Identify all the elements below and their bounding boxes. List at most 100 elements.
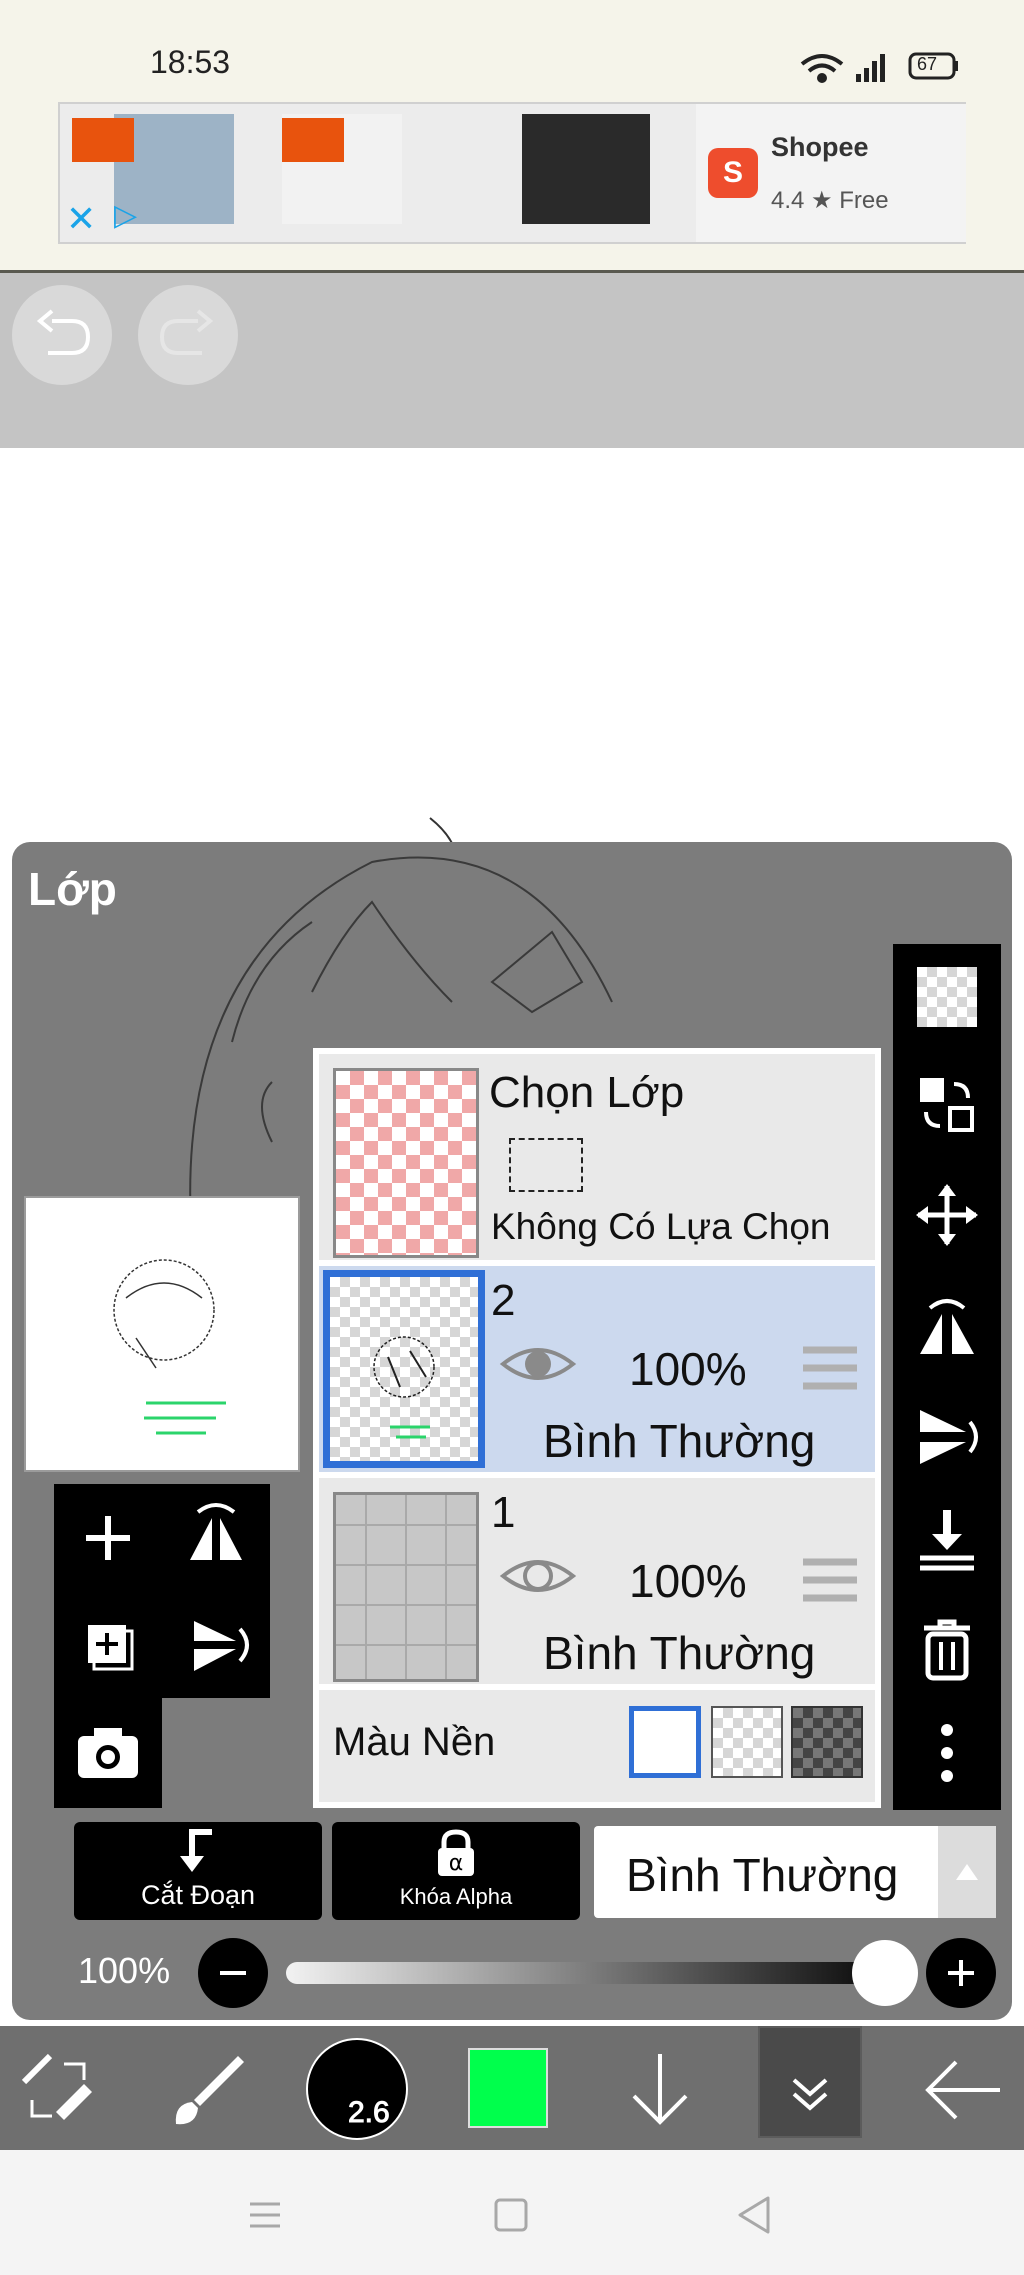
preview-sketch — [113, 1259, 226, 1435]
color-swatch-button[interactable] — [468, 2048, 548, 2128]
home-button[interactable] — [476, 2180, 546, 2250]
opacity-increase-button[interactable] — [926, 1938, 996, 2008]
clipping-arrow-icon — [180, 1829, 212, 1872]
selection-layer-row[interactable]: Chọn Lớp Không Có Lựa Chọn — [319, 1054, 875, 1260]
layer-list: Chọn Lớp Không Có Lựa Chọn 2 100% Bình T… — [313, 1048, 881, 1808]
background-dark-swatch[interactable] — [791, 1706, 863, 1778]
transparency-button[interactable] — [893, 960, 1001, 1034]
double-chevron-down-icon — [792, 2078, 828, 2111]
brush-tool-button[interactable] — [164, 2044, 254, 2134]
visibility-eye-icon[interactable] — [499, 1342, 577, 1386]
undo-button[interactable] — [12, 285, 112, 385]
flip-horizontal-icon — [190, 1503, 242, 1560]
opacity-decrease-button[interactable] — [198, 1938, 268, 2008]
selection-layer-subtitle: Không Có Lựa Chọn — [491, 1206, 831, 1247]
system-navigation-bar — [0, 2150, 1024, 2275]
alpha-lock-button[interactable]: α Khóa Alpha — [332, 1822, 580, 1920]
layer-thumbnail — [333, 1492, 479, 1682]
status-bar: 18:53 67 ✕ ▷ S Shopee 4.4 ★ Free — [0, 0, 1024, 273]
menu-lines-icon — [250, 2202, 280, 2228]
back-button[interactable] — [918, 2044, 1008, 2134]
duplicate-layer-button[interactable] — [54, 1591, 162, 1698]
ad-advertiser: Shopee — [771, 132, 869, 162]
transform-copy-icon — [920, 1078, 974, 1132]
clipping-label: Cắt Đoạn — [140, 1880, 256, 1910]
layer-thumbnail — [323, 1270, 485, 1468]
merge-down-icon — [920, 1510, 974, 1571]
minus-icon — [220, 1971, 246, 1975]
delete-layer-button[interactable] — [893, 1612, 1001, 1686]
merge-down-button[interactable] — [893, 1502, 1001, 1576]
layer-tool-group — [54, 1484, 270, 1698]
brush-icon — [175, 2056, 244, 2125]
bottom-toolbar: 2.6 — [0, 2026, 1024, 2150]
tool-switch-button[interactable] — [14, 2044, 104, 2134]
move-layer-button[interactable] — [893, 1178, 1001, 1252]
layer-blend-mode: Bình Thường — [543, 1627, 816, 1679]
drag-handle-icon[interactable] — [801, 1556, 859, 1606]
layer-number: 2 — [491, 1276, 516, 1325]
brush-size-button[interactable]: 2.6 — [306, 2038, 408, 2140]
svg-text:α: α — [449, 1851, 464, 1876]
panel-title: Lớp — [28, 863, 117, 915]
redo-button[interactable] — [138, 285, 238, 385]
alpha-lock-label: Khóa Alpha — [399, 1884, 513, 1909]
flip-vertical-layer-button[interactable] — [162, 1591, 270, 1698]
ad-badge — [282, 118, 344, 162]
pen-eraser-swap-icon — [21, 2053, 92, 2120]
ad-banner[interactable]: ✕ ▷ S Shopee 4.4 ★ Free — [58, 102, 966, 244]
ad-product-image[interactable] — [522, 114, 650, 224]
ad-close-icon[interactable]: ✕ — [66, 198, 96, 240]
blend-mode-dropdown-button[interactable] — [938, 1826, 996, 1918]
import-photo-button[interactable] — [54, 1698, 162, 1808]
blend-mode-select[interactable]: Bình Thường — [594, 1826, 938, 1918]
top-toolbar — [0, 273, 1024, 448]
layer-opacity: 100% — [629, 1343, 747, 1395]
layer-thumbnail-texture — [336, 1495, 476, 1679]
ad-badge — [72, 118, 134, 162]
opacity-slider-thumb[interactable] — [852, 1940, 918, 2006]
layers-panel-toggle-button[interactable] — [758, 2026, 862, 2138]
shopee-logo-icon: S — [708, 148, 758, 198]
arrow-left-icon — [925, 2060, 1000, 2120]
ad-choices-icon[interactable]: ▷ — [114, 198, 137, 233]
status-time: 18:53 — [150, 44, 231, 80]
triangle-back-icon — [738, 2196, 770, 2234]
flip-horizontal-layer-button[interactable] — [162, 1484, 270, 1591]
layer-preview — [24, 1196, 300, 1472]
layer-options-row: Cắt Đoạn α Khóa Alpha Bình Thường — [74, 1822, 998, 1922]
flip-vertical-button[interactable] — [893, 1400, 1001, 1474]
battery-level: 67 — [917, 54, 938, 74]
background-transparent-swatch[interactable] — [711, 1706, 783, 1778]
signal-icon — [856, 54, 885, 82]
copy-transform-button[interactable] — [893, 1068, 1001, 1142]
trash-icon — [924, 1619, 970, 1681]
move-arrows-icon — [916, 1184, 978, 1246]
more-options-button[interactable] — [893, 1716, 1001, 1790]
layer-row[interactable]: 2 100% Bình Thường — [319, 1266, 875, 1472]
flip-horizontal-button[interactable] — [893, 1290, 1001, 1364]
layer-row[interactable]: 1 100% Bình Thường — [319, 1478, 875, 1684]
system-back-button[interactable] — [720, 2180, 790, 2250]
blend-mode-value: Bình Thường — [626, 1849, 899, 1901]
clipping-button[interactable]: Cắt Đoạn — [74, 1822, 322, 1920]
visibility-eye-icon[interactable] — [499, 1554, 577, 1598]
lock-icon: α — [438, 1829, 474, 1876]
drag-handle-icon[interactable] — [801, 1344, 859, 1394]
opacity-slider-row: 100% — [74, 1938, 998, 2008]
wifi-icon — [800, 54, 844, 83]
opacity-label: 100% — [78, 1950, 171, 1991]
redo-icon — [159, 309, 214, 355]
layer-down-button[interactable] — [620, 2044, 700, 2134]
opacity-slider-track[interactable] — [286, 1962, 906, 1984]
checkerboard-icon — [917, 967, 977, 1027]
flip-vertical-icon — [920, 1410, 978, 1464]
recent-apps-button[interactable] — [230, 2180, 300, 2250]
add-layer-button[interactable] — [54, 1484, 162, 1591]
layer-blend-mode: Bình Thường — [543, 1415, 816, 1467]
layer-opacity: 100% — [629, 1555, 747, 1607]
ad-shopee-card[interactable]: S Shopee 4.4 ★ Free — [696, 104, 966, 242]
plus-icon — [86, 1516, 130, 1560]
background-white-swatch[interactable] — [629, 1706, 701, 1778]
background-color-row: Màu Nền — [319, 1690, 875, 1802]
